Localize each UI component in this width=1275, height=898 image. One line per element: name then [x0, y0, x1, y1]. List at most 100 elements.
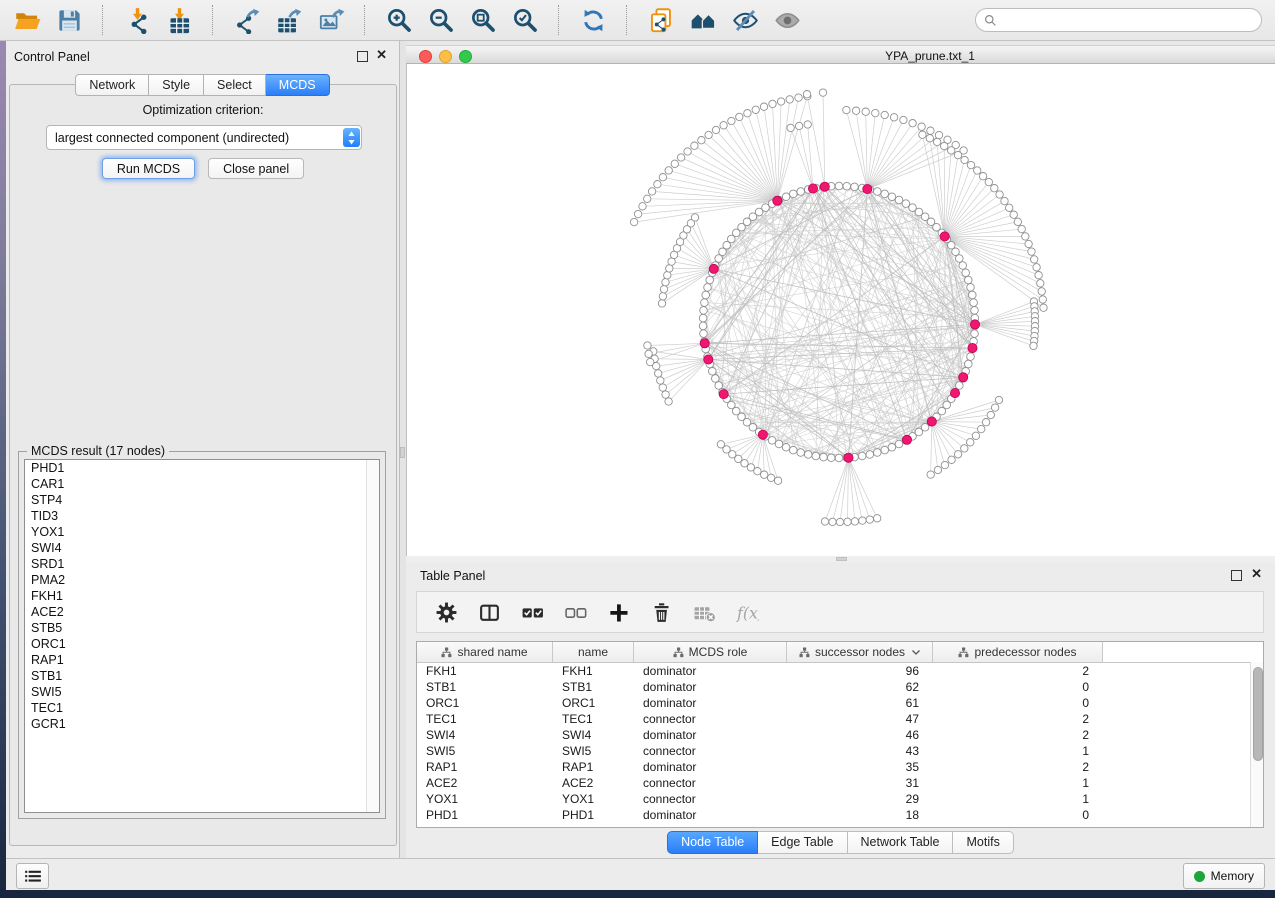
select-all-icon[interactable]	[519, 599, 545, 625]
table-scrollbar[interactable]	[1250, 662, 1263, 827]
tab-style[interactable]: Style	[149, 74, 204, 96]
column-header-name[interactable]: name	[553, 642, 634, 662]
toolbar-separator	[212, 5, 214, 35]
add-row-icon[interactable]	[605, 599, 631, 625]
mcds-result-item[interactable]: PMA2	[25, 572, 379, 588]
table-row[interactable]: ACE2ACE2connector311	[417, 775, 1263, 791]
mcds-result-item[interactable]: ACE2	[25, 604, 379, 620]
delete-row-icon[interactable]	[648, 599, 674, 625]
table-row[interactable]: FKH1FKH1dominator962	[417, 663, 1263, 679]
mcds-result-item[interactable]: FKH1	[25, 588, 379, 604]
mcds-result-item[interactable]: TEC1	[25, 700, 379, 716]
splitter-grip[interactable]	[400, 447, 405, 458]
mcds-result-list[interactable]: PHD1CAR1STP4TID3YOX1SWI4SRD1PMA2FKH1ACE2…	[24, 459, 380, 813]
export-table-icon[interactable]	[274, 5, 304, 35]
import-table-icon[interactable]	[164, 5, 194, 35]
export-image-icon[interactable]	[316, 5, 346, 35]
function-builder-icon[interactable]: f(x)	[734, 599, 760, 625]
memory-button[interactable]: Memory	[1183, 863, 1265, 889]
splitter-grip[interactable]	[836, 557, 847, 561]
search-input[interactable]	[1002, 10, 1261, 30]
table-row[interactable]: TEC1TEC1connector472	[417, 711, 1263, 727]
close-window-icon[interactable]	[419, 50, 432, 63]
close-panel-icon[interactable]: ✕	[1251, 567, 1262, 581]
mcds-result-item[interactable]: GCR1	[25, 716, 379, 732]
maximize-window-icon[interactable]	[459, 50, 472, 63]
toolbar-icon-group	[12, 5, 802, 35]
mcds-result-item[interactable]: SRD1	[25, 556, 379, 572]
column-header-shared-name[interactable]: shared name	[417, 642, 553, 662]
cell-shared-name: TEC1	[417, 711, 553, 727]
hide-selected-icon[interactable]	[730, 5, 760, 35]
cell-shared-name: SWI5	[417, 743, 553, 759]
table-row[interactable]: ORC1ORC1dominator610	[417, 695, 1263, 711]
mcds-result-item[interactable]: YOX1	[25, 524, 379, 540]
tab-motifs[interactable]: Motifs	[953, 831, 1013, 854]
zoom-selected-icon[interactable]	[510, 5, 540, 35]
cell-name: PHD1	[553, 807, 634, 823]
refresh-layout-icon[interactable]	[578, 5, 608, 35]
zoom-in-icon[interactable]	[384, 5, 414, 35]
table-row[interactable]: RAP1RAP1dominator352	[417, 759, 1263, 775]
column-header-MCDS-role[interactable]: MCDS role	[634, 642, 787, 662]
toolbar-separator	[364, 5, 366, 35]
mcds-result-item[interactable]: SWI5	[25, 684, 379, 700]
table-row[interactable]: YOX1YOX1connector291	[417, 791, 1263, 807]
network-view[interactable]	[406, 64, 1275, 556]
table-row[interactable]: SWI5SWI5connector431	[417, 743, 1263, 759]
zoom-fit-icon[interactable]	[468, 5, 498, 35]
mcds-result-item[interactable]: STB1	[25, 668, 379, 684]
mcds-list-scrollbar[interactable]	[366, 460, 379, 812]
memory-status-icon	[1194, 871, 1205, 882]
tab-network[interactable]: Network	[75, 74, 149, 96]
run-mcds-button[interactable]: Run MCDS	[102, 158, 195, 179]
cell-predecessor-nodes: 2	[933, 727, 1103, 743]
table-row[interactable]: SWI4SWI4dominator462	[417, 727, 1263, 743]
import-network-icon[interactable]	[122, 5, 152, 35]
tab-edge-table[interactable]: Edge Table	[758, 831, 847, 854]
first-neighbors-icon[interactable]	[688, 5, 718, 35]
cell-shared-name: ACE2	[417, 775, 553, 791]
show-all-icon[interactable]	[772, 5, 802, 35]
mcds-result-item[interactable]: STB5	[25, 620, 379, 636]
zoom-out-icon[interactable]	[426, 5, 456, 35]
column-header-successor-nodes[interactable]: successor nodes	[787, 642, 933, 662]
network-canvas[interactable]	[407, 64, 1275, 556]
mcds-result-item[interactable]: TID3	[25, 508, 379, 524]
export-network-icon[interactable]	[232, 5, 262, 35]
control-panel: Control Panel ✕ NetworkStyleSelectMCDS O…	[6, 41, 400, 858]
open-icon[interactable]	[12, 5, 42, 35]
cell-MCDS-role: connector	[634, 743, 787, 759]
scrollbar-thumb[interactable]	[1253, 667, 1263, 761]
tab-mcds[interactable]: MCDS	[266, 74, 330, 96]
save-icon[interactable]	[54, 5, 84, 35]
tab-network-table[interactable]: Network Table	[848, 831, 954, 854]
clone-network-icon[interactable]	[646, 5, 676, 35]
columns-icon[interactable]	[476, 599, 502, 625]
deselect-all-icon[interactable]	[562, 599, 588, 625]
mcds-result-item[interactable]: SWI4	[25, 540, 379, 556]
tab-select[interactable]: Select	[204, 74, 266, 96]
task-history-button[interactable]	[16, 863, 49, 889]
table-row[interactable]: STB1STB1dominator620	[417, 679, 1263, 695]
float-window-icon[interactable]	[1231, 570, 1242, 581]
cell-predecessor-nodes: 2	[933, 711, 1103, 727]
settings-icon[interactable]	[433, 599, 459, 625]
mcds-result-item[interactable]: CAR1	[25, 476, 379, 492]
cell-name: TEC1	[553, 711, 634, 727]
close-panel-button[interactable]: Close panel	[208, 158, 304, 179]
column-header-predecessor-nodes[interactable]: predecessor nodes	[933, 642, 1103, 662]
mcds-result-item[interactable]: STP4	[25, 492, 379, 508]
criterion-select[interactable]: largest connected component (undirected)	[46, 125, 362, 150]
delete-table-icon[interactable]	[691, 599, 717, 625]
network-window-titlebar[interactable]: YPA_prune.txt_1	[406, 45, 1275, 64]
close-panel-icon[interactable]: ✕	[376, 48, 387, 62]
mcds-result-item[interactable]: ORC1	[25, 636, 379, 652]
memory-label: Memory	[1211, 869, 1254, 883]
float-window-icon[interactable]	[357, 51, 368, 62]
minimize-window-icon[interactable]	[439, 50, 452, 63]
table-row[interactable]: PHD1PHD1dominator180	[417, 807, 1263, 823]
tab-node-table[interactable]: Node Table	[667, 831, 758, 854]
mcds-result-item[interactable]: PHD1	[25, 460, 379, 476]
mcds-result-item[interactable]: RAP1	[25, 652, 379, 668]
